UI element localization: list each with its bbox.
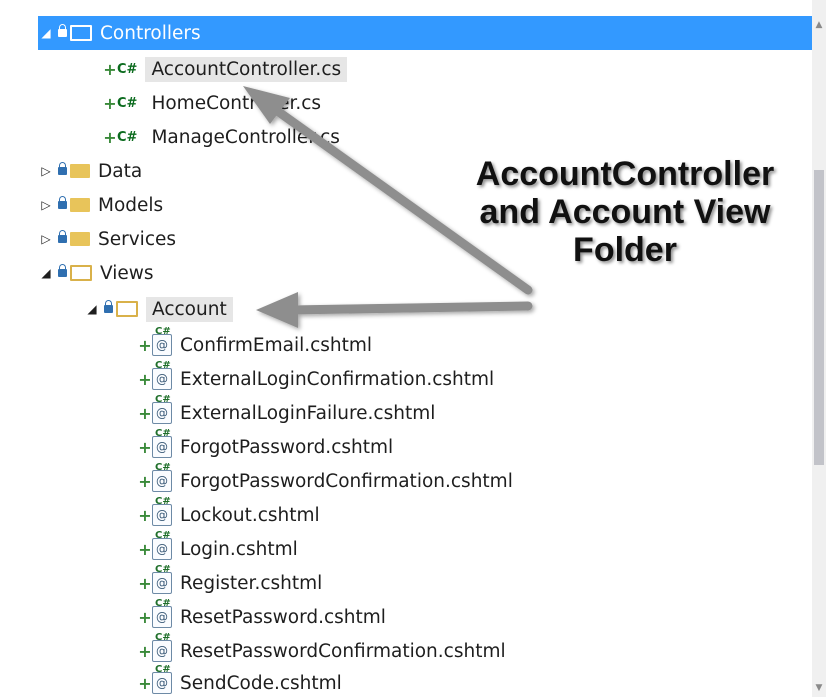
tree-node-controllers[interactable]: ◢ Controllers xyxy=(38,16,812,50)
tree-node-file[interactable]: + C# @ ForgotPassword.cshtml xyxy=(138,428,812,464)
plus-icon: + xyxy=(138,673,152,693)
csharp-icon: C# xyxy=(117,129,138,145)
plus-icon: + xyxy=(138,335,152,355)
triangle-right-icon[interactable]: ▷ xyxy=(38,164,54,178)
razor-icon: C# @ xyxy=(152,428,172,458)
callout-line: and Account View xyxy=(479,193,771,231)
tree-node-label: Data xyxy=(98,160,143,182)
razor-icon: C# @ xyxy=(152,394,172,424)
tree-node-label: Account xyxy=(146,296,233,322)
razor-icon: C# @ xyxy=(152,632,172,662)
folder-icon xyxy=(70,232,90,246)
scroll-up-arrow-icon[interactable]: ▲ xyxy=(812,16,826,34)
tree-node-file[interactable]: + C# ManageController.cs xyxy=(103,120,812,154)
callout-line: Folder xyxy=(573,231,677,269)
tree-node-file[interactable]: + C# @ SendCode.cshtml xyxy=(138,664,812,700)
vertical-scrollbar[interactable]: ▲ ▼ xyxy=(812,0,826,697)
plus-icon: + xyxy=(138,437,152,457)
tree-node-file[interactable]: + C# @ Login.cshtml xyxy=(138,530,812,566)
razor-icon: C# @ xyxy=(152,564,172,594)
tree-node-file[interactable]: + C# @ ConfirmEmail.cshtml xyxy=(138,326,812,362)
plus-icon: + xyxy=(103,59,117,79)
plus-icon: + xyxy=(138,505,152,525)
tree-node-label: SendCode.cshtml xyxy=(180,672,342,694)
tree-node-label: Services xyxy=(98,228,177,250)
tree-node-file[interactable]: + C# @ Register.cshtml xyxy=(138,564,812,600)
lock-icon xyxy=(58,229,67,244)
tree-node-file[interactable]: + C# HomeController.cs xyxy=(103,86,812,120)
tree-node-label: ForgotPasswordConfirmation.cshtml xyxy=(180,470,513,492)
razor-icon: C# @ xyxy=(152,360,172,390)
razor-icon: C# @ xyxy=(152,462,172,492)
tree-node-label: ConfirmEmail.cshtml xyxy=(180,334,373,356)
triangle-down-icon[interactable]: ◢ xyxy=(84,302,100,316)
triangle-down-icon[interactable]: ◢ xyxy=(38,26,54,40)
csharp-icon: C# xyxy=(117,95,138,111)
callout-line: AccountController xyxy=(475,155,775,193)
tree-node-label: ExternalLoginConfirmation.cshtml xyxy=(180,368,495,390)
scroll-down-arrow-icon[interactable]: ▼ xyxy=(812,679,826,697)
tree-node-file[interactable]: + C# @ ExternalLoginFailure.cshtml xyxy=(138,394,812,430)
lock-icon xyxy=(58,161,67,176)
folder-open-icon xyxy=(70,25,92,41)
tree-node-file[interactable]: + C# @ ResetPasswordConfirmation.cshtml xyxy=(138,632,812,668)
plus-icon: + xyxy=(138,539,152,559)
plus-icon: + xyxy=(138,573,152,593)
tree-node-label: AccountController.cs xyxy=(145,56,348,82)
lock-icon xyxy=(58,263,67,278)
razor-icon: C# @ xyxy=(152,598,172,628)
plus-icon: + xyxy=(103,93,117,113)
tree-node-file[interactable]: + C# @ Lockout.cshtml xyxy=(138,496,812,532)
tree-node-label: ManageController.cs xyxy=(151,126,340,148)
triangle-down-icon[interactable]: ◢ xyxy=(38,266,54,280)
tree-node-label: ForgotPassword.cshtml xyxy=(180,436,394,458)
tree-node-label: Views xyxy=(100,262,154,284)
triangle-right-icon[interactable]: ▷ xyxy=(38,198,54,212)
plus-icon: + xyxy=(138,641,152,661)
tree-node-label: Lockout.cshtml xyxy=(180,504,320,526)
csharp-icon: C# xyxy=(117,61,138,77)
tree-node-label: ResetPasswordConfirmation.cshtml xyxy=(180,640,506,662)
triangle-right-icon[interactable]: ▷ xyxy=(38,232,54,246)
plus-icon: + xyxy=(103,127,117,147)
tree-node-file[interactable]: + C# AccountController.cs xyxy=(103,52,812,86)
annotation-callout: AccountController and Account View Folde… xyxy=(450,155,800,269)
razor-icon: C# @ xyxy=(152,496,172,526)
tree-node-file[interactable]: + C# @ ExternalLoginConfirmation.cshtml xyxy=(138,360,812,396)
folder-icon xyxy=(70,164,90,178)
tree-node-account[interactable]: ◢ Account xyxy=(84,292,812,326)
tree-node-file[interactable]: + C# @ ResetPassword.cshtml xyxy=(138,598,812,634)
plus-icon: + xyxy=(138,403,152,423)
folder-open-icon xyxy=(70,265,92,281)
tree-node-label: Register.cshtml xyxy=(180,572,323,594)
tree-node-label: Controllers xyxy=(100,22,201,44)
lock-icon xyxy=(58,195,67,210)
razor-icon: C# @ xyxy=(152,326,172,356)
plus-icon: + xyxy=(138,471,152,491)
tree-node-label: HomeController.cs xyxy=(151,92,322,114)
plus-icon: + xyxy=(138,369,152,389)
lock-icon xyxy=(104,299,113,314)
folder-open-icon xyxy=(116,301,138,317)
tree-node-label: Login.cshtml xyxy=(180,538,298,560)
solution-explorer-tree: ◢ Controllers + C# AccountController.cs … xyxy=(0,0,812,697)
tree-node-label: ExternalLoginFailure.cshtml xyxy=(180,402,436,424)
lock-icon xyxy=(58,23,67,38)
tree-node-file[interactable]: + C# @ ForgotPasswordConfirmation.cshtml xyxy=(138,462,812,498)
tree-node-label: ResetPassword.cshtml xyxy=(180,606,386,628)
razor-icon: C# @ xyxy=(152,530,172,560)
folder-icon xyxy=(70,198,90,212)
scrollbar-thumb[interactable] xyxy=(814,170,824,465)
razor-icon: C# @ xyxy=(152,664,172,694)
plus-icon: + xyxy=(138,607,152,627)
tree-node-label: Models xyxy=(98,194,164,216)
